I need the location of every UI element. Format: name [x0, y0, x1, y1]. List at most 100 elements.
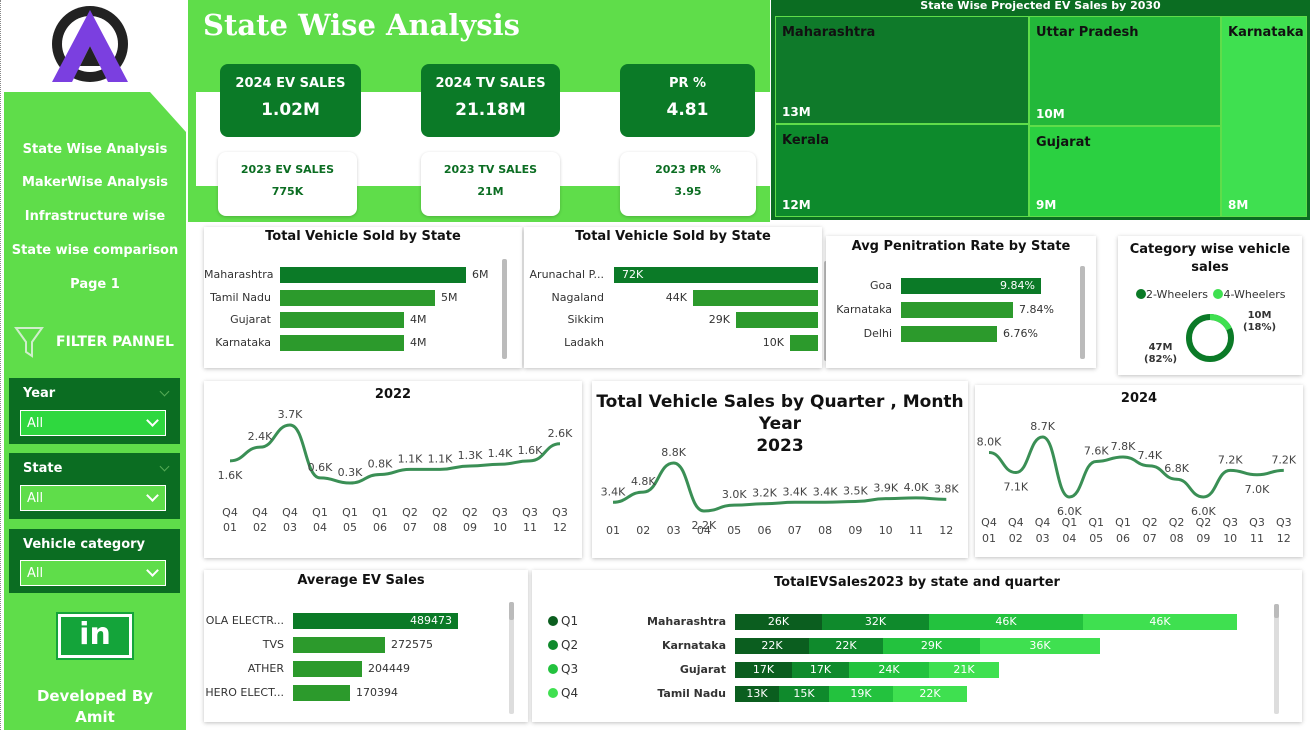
bar[interactable] — [280, 289, 435, 306]
slice-value: 47M — [1148, 342, 1173, 353]
bar[interactable] — [293, 661, 362, 677]
data-label: 8.8K — [661, 446, 686, 459]
series-line[interactable] — [988, 435, 1284, 499]
bar[interactable] — [280, 267, 466, 283]
average-ev-sales-chart: Average EV Sales OLA ELECTR... 489473 TVS 2… — [204, 570, 528, 722]
bar-segment[interactable]: 22K — [809, 638, 883, 654]
bar[interactable] — [790, 334, 818, 351]
chevron-down-icon — [146, 564, 159, 577]
bar-segment[interactable]: 32K — [822, 614, 929, 630]
collapse-chevron-icon[interactable] — [159, 386, 170, 397]
bar[interactable] — [280, 334, 404, 351]
sub-kpi-value: 21M — [477, 185, 504, 198]
bar-label: Maharashtra — [647, 615, 726, 628]
treemap-cell-name: Kerala — [782, 133, 830, 148]
x-tick-quarter: Q4 — [222, 506, 238, 519]
legend-swatch — [548, 664, 558, 674]
treemap-cell-uttar-pradesh[interactable]: Uttar Pradesh 10M — [1029, 16, 1221, 126]
scrollbar-thumb[interactable] — [1274, 604, 1279, 618]
data-label: 1.1K — [398, 452, 423, 465]
x-tick-quarter: Q4 — [981, 516, 997, 529]
x-tick-month: 07 — [403, 521, 417, 534]
scrollbar[interactable] — [1274, 604, 1279, 714]
bar-segment-value: 15K — [793, 687, 815, 700]
data-label: 4.0K — [904, 481, 929, 494]
nav-makerwise-analysis[interactable]: MakerWise Analysis — [4, 175, 186, 190]
x-tick-month: 10 — [1223, 532, 1237, 545]
bar[interactable] — [280, 312, 404, 328]
bar-segment-value: 46K — [1149, 615, 1171, 628]
x-tick-quarter: Q4 — [1008, 516, 1024, 529]
scrollbar-thumb[interactable] — [509, 602, 514, 620]
data-label: 0.3K — [338, 466, 363, 479]
bar-segment[interactable]: 19K — [829, 686, 893, 702]
state-select-value: All — [27, 491, 44, 506]
bar-segment[interactable]: 17K — [735, 662, 792, 678]
year-select[interactable]: All — [20, 410, 166, 436]
bar-segment[interactable]: 29K — [883, 638, 980, 654]
bar-label: Karnataka — [215, 335, 271, 349]
treemap-cell-karnataka[interactable]: Karnataka 8M — [1221, 16, 1307, 217]
bar-segment[interactable]: 17K — [792, 662, 849, 678]
nav-state-wise-comparison[interactable]: State wise comparison — [4, 243, 186, 258]
bar-segment[interactable]: 36K — [980, 638, 1100, 654]
slice-value: 10M — [1247, 310, 1272, 321]
x-tick-quarter: Q3 — [1276, 516, 1292, 529]
nav-state-wise-analysis[interactable]: State Wise Analysis — [4, 142, 186, 157]
sub-kpi-2023-tv-sales: 2023 TV SALES 21M — [421, 152, 560, 216]
vehicle-category-select[interactable]: All — [20, 560, 166, 586]
nav-infrastructure-wise[interactable]: Infrastructure wise — [4, 209, 186, 224]
treemap-cell-gujarat[interactable]: Gujarat 9M — [1029, 126, 1221, 217]
bar-segment[interactable]: 13K — [735, 686, 779, 702]
ev-sales-2023-state-quarter-chart: TotalEVSales2023 by state and quarter Q1… — [532, 570, 1302, 722]
data-label: 1.6K — [218, 469, 243, 482]
chart-title-line-1: Category wise vehicle — [1129, 242, 1291, 257]
nav-page-1[interactable]: Page 1 — [4, 277, 186, 292]
x-tick-quarter: Q2 — [402, 506, 418, 519]
year-select-value: All — [27, 416, 44, 431]
x-tick-month: 05 — [1089, 532, 1103, 545]
collapse-chevron-icon[interactable] — [159, 461, 170, 472]
bar-segment[interactable]: 24K — [849, 662, 929, 678]
linkedin-icon[interactable]: in — [56, 612, 134, 660]
legend-label: Q2 — [561, 638, 579, 652]
x-tick-month: 08 — [433, 521, 447, 534]
bar-label: Gujarat — [679, 663, 726, 676]
x-tick-month: 10 — [879, 524, 893, 537]
bar-segment[interactable]: 46K — [1083, 614, 1237, 630]
bar[interactable] — [614, 267, 818, 283]
data-label: 7.0K — [1245, 483, 1270, 496]
bar-segment-value: 17K — [809, 663, 832, 676]
bar-segment[interactable]: 22K — [735, 638, 809, 654]
chart-title: TotalEVSales2023 by state and quarter — [774, 575, 1060, 590]
bar[interactable] — [293, 685, 350, 701]
bar-segment-value: 36K — [1029, 639, 1051, 652]
bar-segment[interactable]: 26K — [735, 614, 822, 630]
bar-segment[interactable]: 46K — [929, 614, 1083, 630]
bar[interactable] — [901, 326, 997, 342]
bar[interactable] — [901, 302, 1013, 318]
year-filter-label: Year — [23, 386, 56, 401]
scrollbar[interactable] — [1080, 266, 1085, 359]
x-tick-month: 05 — [343, 521, 357, 534]
x-tick-quarter: Q1 — [1062, 516, 1078, 529]
legend-label: Q4 — [561, 686, 579, 700]
bar[interactable] — [293, 637, 385, 653]
bar-segment[interactable]: 21K — [929, 662, 999, 678]
bar-segment[interactable]: 22K — [893, 686, 967, 702]
bar-segment[interactable]: 15K — [779, 686, 829, 702]
bar[interactable] — [693, 289, 818, 306]
state-select[interactable]: All — [20, 485, 166, 511]
bar[interactable] — [736, 312, 818, 328]
x-tick-quarter: Q3 — [492, 506, 508, 519]
legend-swatch — [1136, 289, 1146, 299]
line-chart-svg: 3.4K014.8K028.8K03 2.2K043.0K053.2K063.4K… — [601, 446, 960, 537]
treemap-cell-maharashtra[interactable]: Maharashtra 13M — [775, 16, 1029, 124]
x-tick-quarter: Q2 — [462, 506, 478, 519]
scrollbar[interactable] — [502, 259, 507, 359]
x-tick-month: 04 — [313, 521, 327, 534]
bar-segment-value: 13K — [746, 687, 768, 700]
treemap-cell-kerala[interactable]: Kerala 12M — [775, 124, 1029, 217]
chart-title: Total Vehicle Sold by State — [265, 229, 461, 244]
bar-label: Karnataka — [661, 639, 726, 652]
